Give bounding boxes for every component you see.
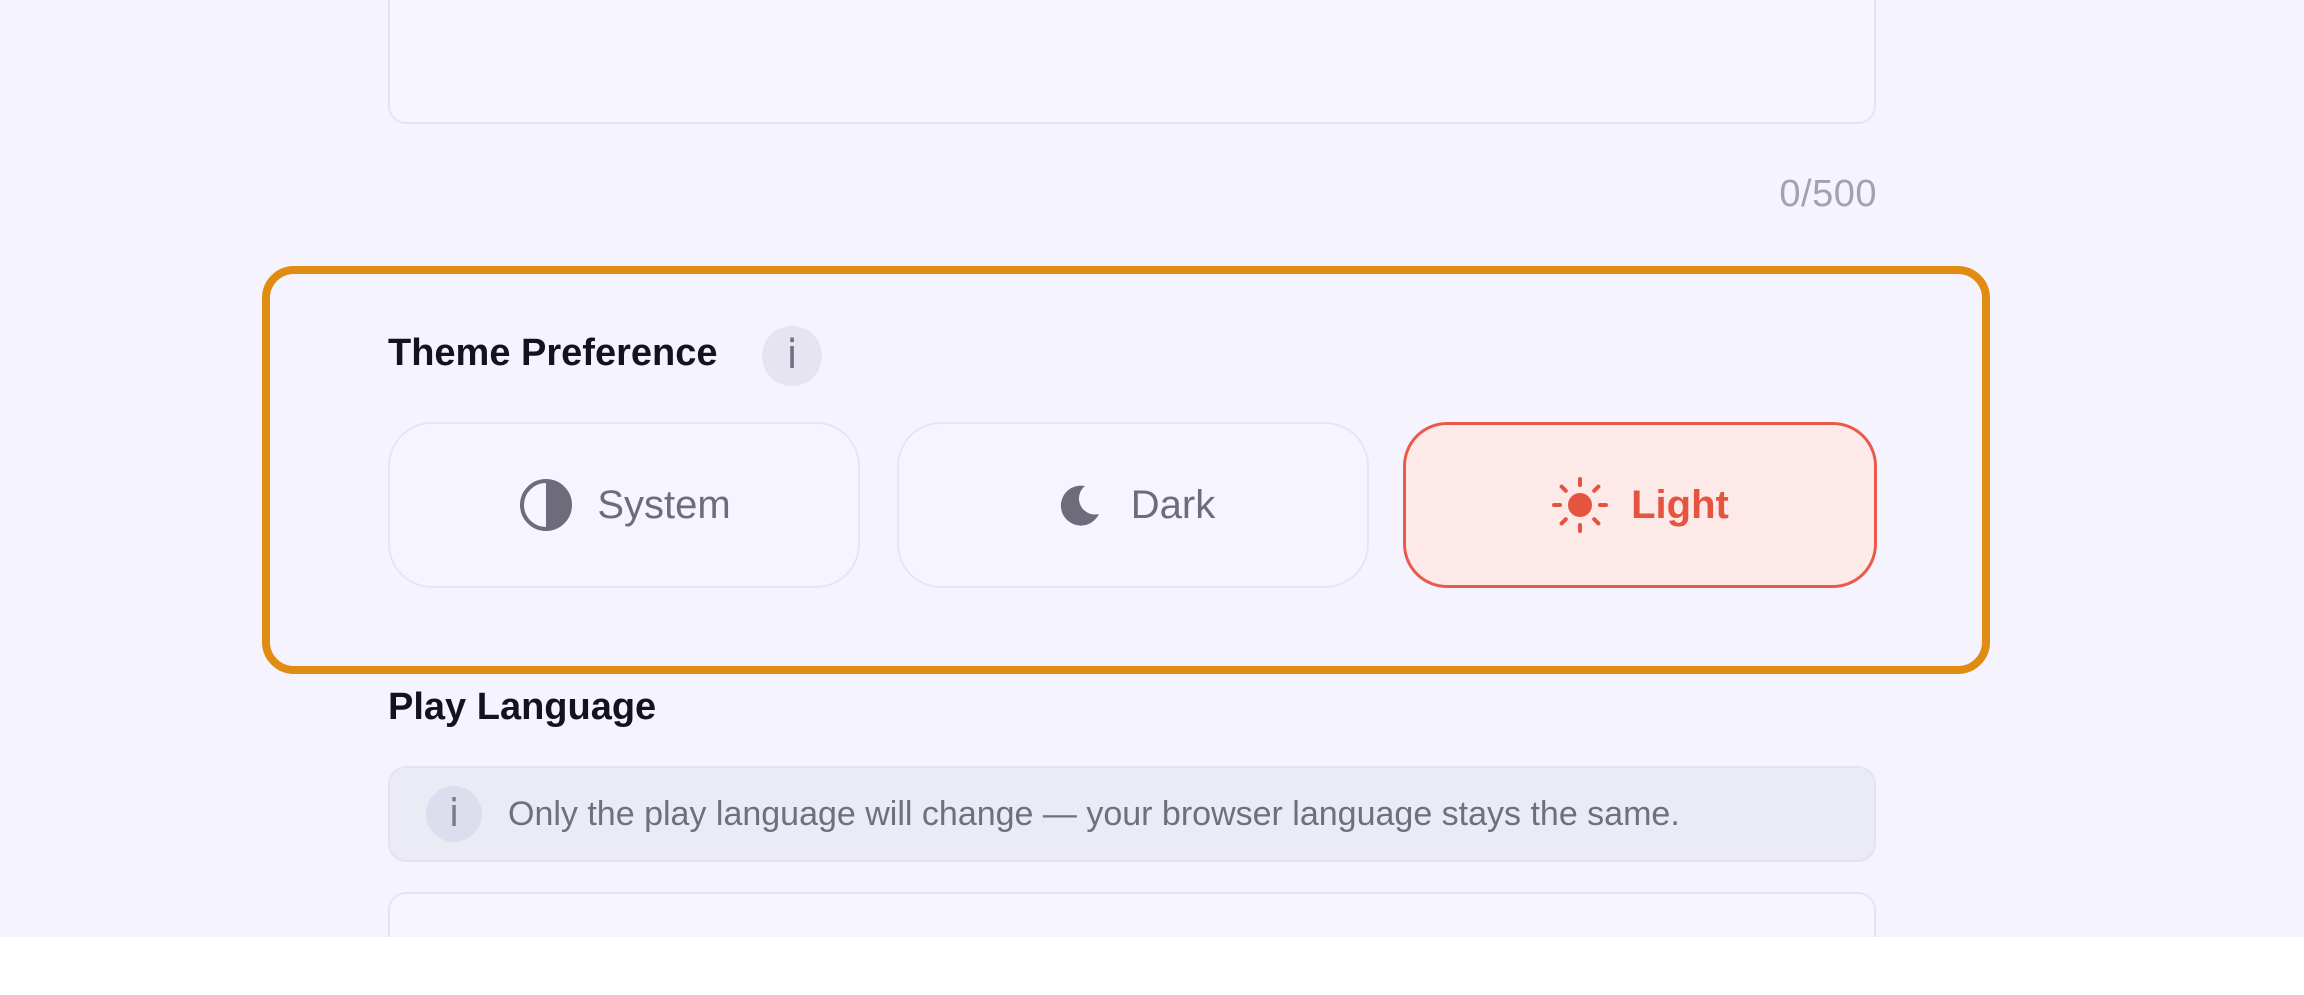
theme-option-system[interactable]: System — [388, 422, 860, 588]
play-language-title: Play Language — [388, 686, 657, 728]
theme-preference-title: Theme Preference — [388, 332, 718, 374]
theme-option-dark-label: Dark — [1130, 482, 1216, 527]
info-icon: i — [426, 786, 482, 842]
char-count: 0/500 — [1779, 173, 1877, 215]
language-notice-text: Only the play language will change — you… — [508, 794, 1680, 833]
theme-option-light[interactable]: Light — [1403, 422, 1877, 588]
play-language-select[interactable] — [388, 892, 1876, 937]
bio-textarea[interactable] — [388, 0, 1876, 124]
sun-icon — [1551, 476, 1609, 534]
theme-option-light-label: Light — [1631, 482, 1729, 527]
settings-form: 0/500 Theme Preference i System Dark Lig… — [0, 0, 2304, 937]
half-circle-icon — [517, 476, 575, 534]
info-icon[interactable]: i — [762, 326, 822, 386]
theme-option-dark[interactable]: Dark — [897, 422, 1369, 588]
moon-icon — [1051, 476, 1109, 534]
theme-option-system-label: System — [597, 482, 731, 527]
language-notice: i Only the play language will change — y… — [388, 766, 1876, 862]
